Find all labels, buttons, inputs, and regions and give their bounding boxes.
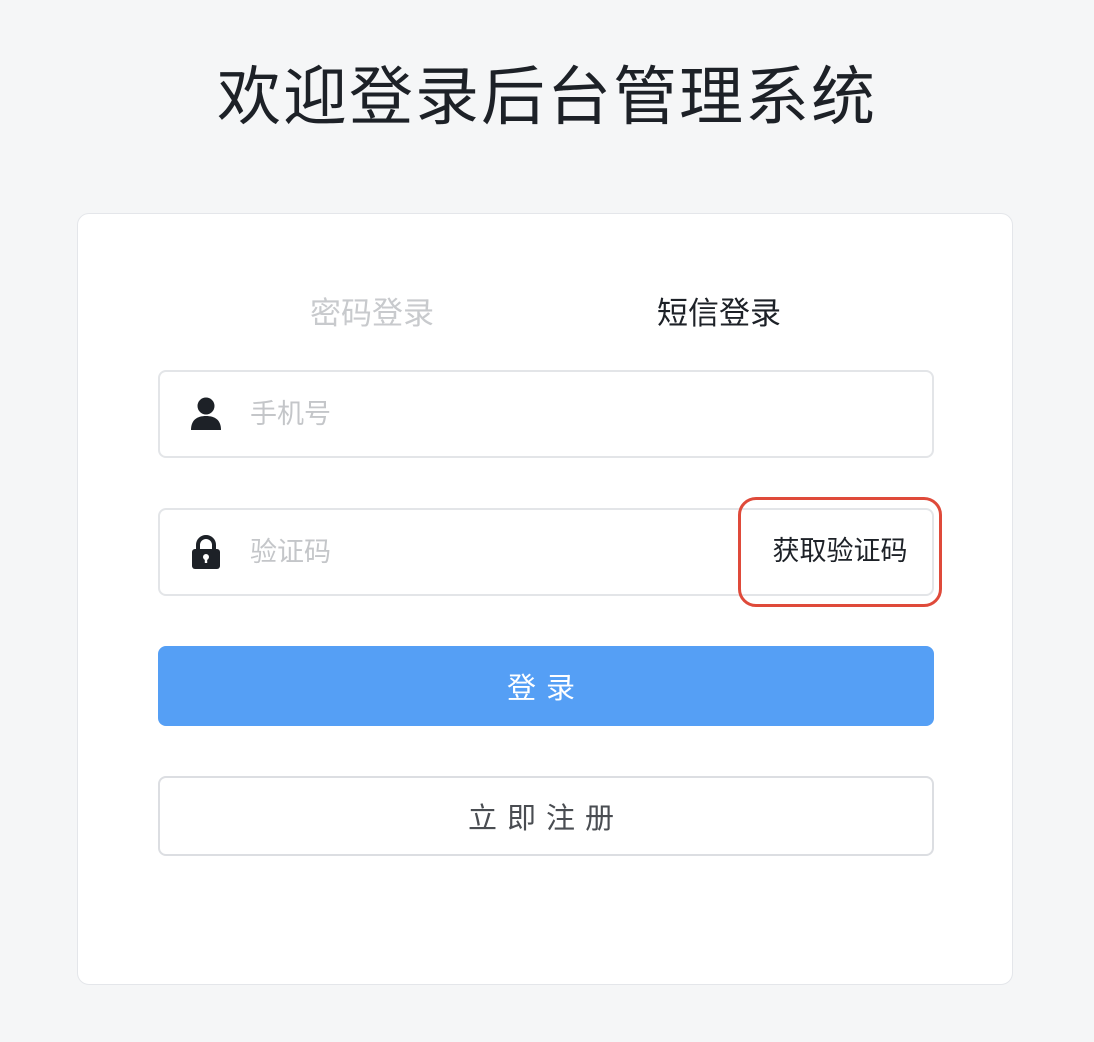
register-button[interactable]: 立即注册 xyxy=(158,776,934,856)
code-input[interactable] xyxy=(250,528,720,576)
phone-field xyxy=(158,370,934,458)
get-code-button[interactable]: 获取验证码 xyxy=(738,497,942,607)
tab-password-login[interactable]: 密码登录 xyxy=(282,292,462,336)
login-button[interactable]: 登录 xyxy=(158,646,934,726)
tab-sms-login[interactable]: 短信登录 xyxy=(629,292,809,336)
lock-icon xyxy=(190,534,222,570)
phone-input[interactable] xyxy=(250,390,900,438)
user-icon xyxy=(190,396,222,432)
page-title: 欢迎登录后台管理系统 xyxy=(217,61,877,135)
